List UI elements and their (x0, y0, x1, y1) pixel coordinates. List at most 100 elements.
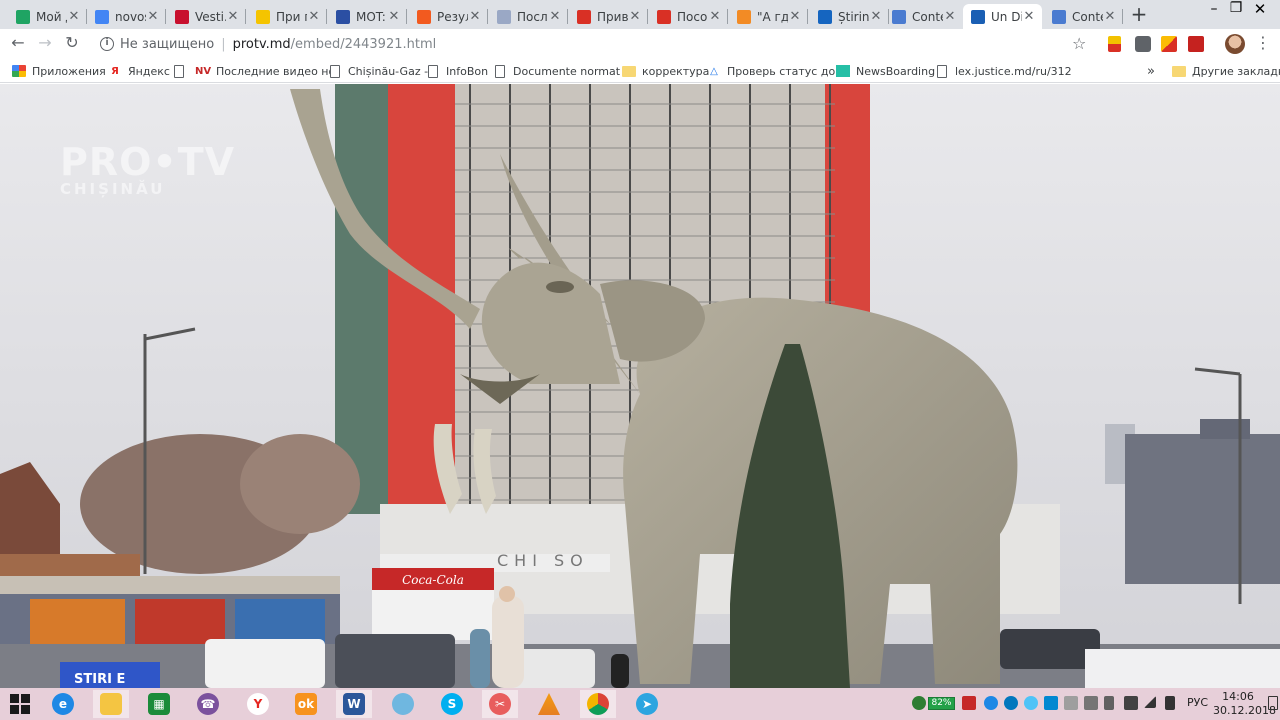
antivirus-icon[interactable] (962, 696, 976, 710)
telegram-tray-icon[interactable] (1044, 696, 1058, 710)
video-player[interactable]: CHI SO Coca-Cola STIRI E PRO•TV CHIȘINĂU (0, 84, 1280, 688)
tab-12[interactable]: Un Di ✕ (963, 4, 1042, 29)
tab-8[interactable]: Посо ✕ (649, 4, 728, 29)
page-icon (935, 64, 949, 78)
taskbar-skype[interactable]: S (434, 690, 470, 718)
tab-1[interactable]: novos✕ (87, 4, 166, 29)
taskbar-snipping[interactable]: ✂ (482, 690, 518, 718)
viber-icon: ☎ (197, 693, 219, 715)
extension-grid-icon[interactable] (1135, 36, 1151, 52)
tab-3[interactable]: При п✕ (248, 4, 327, 29)
taskbar-odnoklassniki[interactable]: ok (288, 690, 324, 718)
taskbar-store[interactable]: ▦ (141, 690, 177, 718)
bookmark-5[interactable]: InfoBon (426, 62, 488, 80)
taskbar-word[interactable]: W (336, 690, 372, 718)
bookmark-2[interactable] (172, 62, 192, 80)
tab-close-icon[interactable]: ✕ (387, 9, 401, 24)
reload-button[interactable]: ↻ (63, 34, 81, 52)
usb-icon[interactable] (1064, 696, 1078, 710)
start-button[interactable] (2, 690, 38, 718)
bookmarks-overflow-button[interactable]: » (1147, 62, 1155, 80)
bookmark-7[interactable]: корректура (622, 62, 709, 80)
tab-close-icon[interactable]: ✕ (1103, 9, 1117, 24)
tab-close-icon[interactable]: ✕ (548, 9, 562, 24)
taskbar-chrome[interactable] (580, 690, 616, 718)
tab-close-icon[interactable]: ✕ (307, 9, 321, 24)
network-app-icon[interactable] (1004, 696, 1018, 710)
tab-0[interactable]: Мой д✕ (8, 4, 87, 29)
tab-6[interactable]: После✕ (489, 4, 568, 29)
tab-7[interactable]: Приві✕ (569, 4, 648, 29)
back-button[interactable]: ← (9, 34, 27, 52)
close-window-button[interactable]: ✕ (1238, 0, 1280, 29)
tab-close-icon[interactable]: ✕ (1022, 9, 1036, 24)
pdf-extension-icon[interactable] (1188, 36, 1204, 52)
tab-close-icon[interactable]: ✕ (788, 9, 802, 24)
bookmark-label: NewsBoarding (856, 64, 936, 78)
tab-separator (1122, 9, 1123, 24)
battery-indicator[interactable]: 82% (928, 697, 955, 710)
tab-title: Un Di (991, 9, 1022, 24)
tab-close-icon[interactable]: ✕ (628, 9, 642, 24)
bookmark-0[interactable]: Приложения (12, 62, 106, 80)
page-icon (493, 64, 507, 78)
tab-close-icon[interactable]: ✕ (226, 9, 240, 24)
tab-2[interactable]: Vesti. ✕ (167, 4, 246, 29)
bookmark-star-icon[interactable]: ☆ (1072, 34, 1086, 53)
address-bar[interactable]: i Не защищено | protv.md/embed/2443921.h… (90, 32, 1100, 56)
other-bookmarks-label: Другие закладки (1192, 64, 1280, 78)
taskbar-explorer[interactable] (93, 690, 129, 718)
wifi-signal-icon[interactable] (1144, 696, 1156, 708)
bookmark-3[interactable]: NV Последние видео но (195, 62, 331, 80)
page-icon (328, 64, 342, 78)
coca-cola-sign: Coca-Cola (402, 573, 464, 587)
profile-avatar[interactable] (1225, 34, 1245, 54)
chrome-menu-icon[interactable]: ⋮ (1255, 33, 1271, 53)
extension-flag-icon[interactable] (1108, 36, 1121, 52)
tab-11[interactable]: Conte✕ (884, 4, 963, 29)
clock[interactable]: 14:06 30.12.2018 (1213, 690, 1276, 718)
extension-mail-icon[interactable] (1161, 36, 1177, 52)
cloud-icon[interactable] (1024, 696, 1038, 710)
flag-icon[interactable] (1104, 696, 1114, 710)
tab-close-icon[interactable]: ✕ (468, 9, 482, 24)
tab-5[interactable]: Резул✕ (409, 4, 488, 29)
tab-separator (727, 9, 728, 24)
taskbar-ie[interactable]: e (45, 690, 81, 718)
bookmark-4[interactable]: Chișinău-Gaz - (328, 62, 428, 80)
tab-close-icon[interactable]: ✕ (146, 9, 160, 24)
taskbar-yandex[interactable]: Y (240, 690, 276, 718)
notifications-icon[interactable] (1268, 696, 1278, 710)
taskbar-viber[interactable]: ☎ (190, 690, 226, 718)
other-bookmarks-folder[interactable]: Другие закладки (1172, 62, 1280, 80)
tab-close-icon[interactable]: ✕ (869, 9, 883, 24)
news-ticker-text: STIRI E (74, 672, 125, 687)
bookmark-6[interactable]: Documente normativ (493, 62, 621, 80)
stiri-icon (818, 9, 832, 24)
bookmark-8[interactable]: △ Проверь статус доку (707, 62, 845, 80)
bookmark-9[interactable]: NewsBoarding (836, 62, 935, 80)
info-icon[interactable]: i (100, 37, 114, 51)
shield-icon[interactable] (912, 696, 926, 710)
bookmark-10[interactable]: lex.justice.md/ru/312 (935, 62, 1072, 80)
tab-9[interactable]: "А гдє✕ (729, 4, 808, 29)
tab-close-icon[interactable]: ✕ (708, 9, 722, 24)
tab-4[interactable]: MOT: ✕ (328, 4, 407, 29)
bookmark-1[interactable]: Я Яндекс (108, 62, 170, 80)
keyboard-icon[interactable] (1084, 696, 1098, 710)
tab-close-icon[interactable]: ✕ (67, 9, 81, 24)
tab-13[interactable]: Conte✕ (1044, 4, 1123, 29)
taskbar-paint[interactable] (385, 690, 421, 718)
vlc-icon (538, 693, 560, 715)
tab-10[interactable]: Știrin ✕ (810, 4, 889, 29)
new-tab-button[interactable]: + (1129, 4, 1149, 25)
folder-icon (1172, 64, 1186, 78)
forward-button[interactable]: → (36, 34, 54, 52)
tab-close-icon[interactable]: ✕ (943, 9, 957, 24)
language-indicator[interactable]: РУС (1187, 696, 1208, 709)
volume-icon[interactable] (1165, 696, 1175, 710)
sync-icon[interactable] (984, 696, 998, 710)
taskbar-telegram[interactable]: ➤ (629, 690, 665, 718)
monitor-icon[interactable] (1124, 696, 1138, 710)
taskbar-vlc[interactable] (531, 690, 567, 718)
